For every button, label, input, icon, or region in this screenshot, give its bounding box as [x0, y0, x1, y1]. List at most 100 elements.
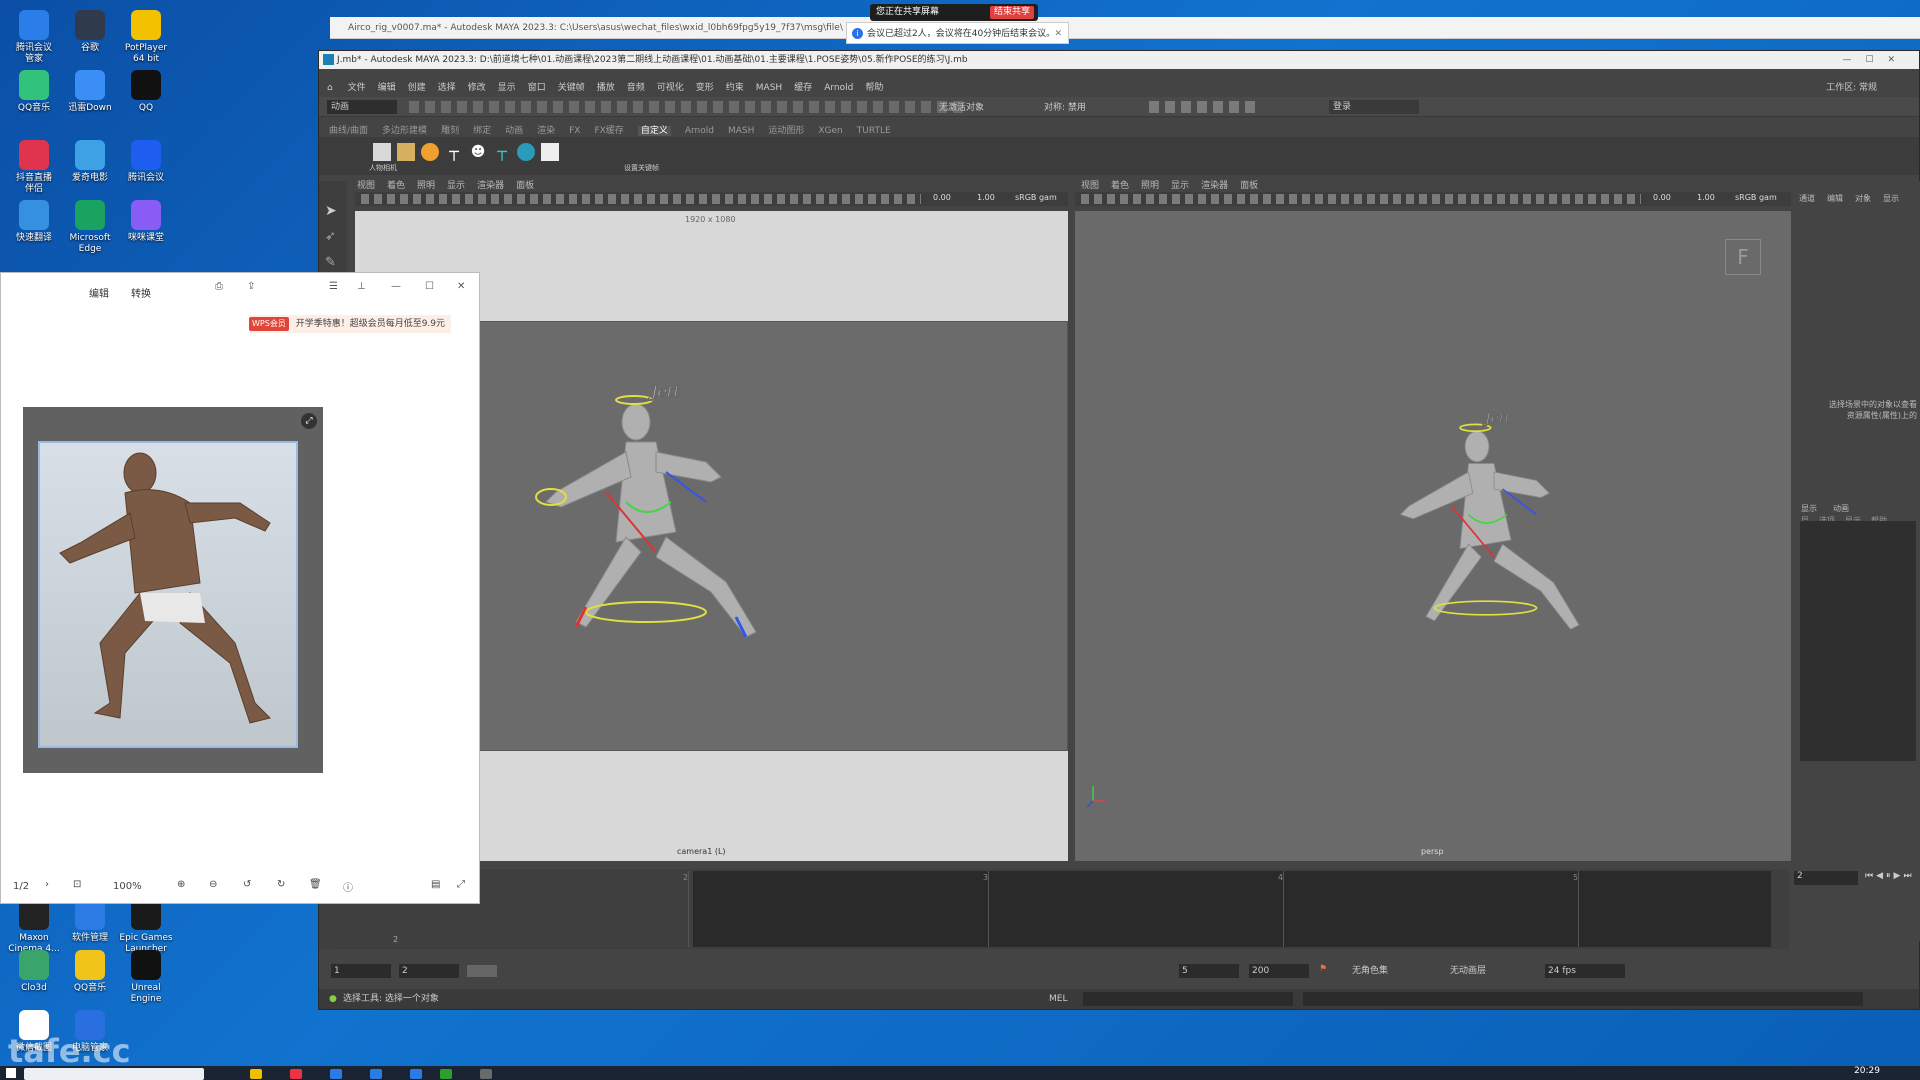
zoom-in-icon[interactable]: ⊕	[177, 879, 185, 890]
channel-box-tab[interactable]: 通道	[1799, 193, 1815, 204]
wechat-icon[interactable]	[440, 1069, 452, 1079]
print-icon[interactable]: ⎙	[215, 281, 223, 292]
layer-tab[interactable]: 显示	[1801, 503, 1817, 514]
character-set[interactable]: 无角色集	[1349, 964, 1439, 978]
desktop-icon[interactable]: 快速翻译	[2, 200, 66, 244]
desktop-icon[interactable]: 谷歌	[58, 10, 122, 54]
zoom-select[interactable]: 100%	[113, 881, 142, 892]
viewport1-gamma[interactable]: 1.00	[977, 193, 995, 202]
fullscreen-icon[interactable]: ⤢	[457, 879, 465, 890]
viewport2-toolbar-icons[interactable]	[1081, 194, 1641, 204]
home-icon[interactable]: ⌂	[327, 83, 333, 93]
viewport-menu-item[interactable]: 着色	[387, 181, 405, 191]
range-end-current[interactable]: 5	[1179, 964, 1239, 978]
layer-editor-list[interactable]	[1800, 521, 1916, 761]
character-rig-viewport2[interactable]: Jett	[1075, 211, 1791, 811]
info-icon[interactable]: ⓘ	[343, 879, 353, 894]
range-slider-bar[interactable]	[467, 965, 497, 977]
desktop-icon[interactable]: Clo3d	[2, 950, 66, 994]
joint-shelf-icon[interactable]: ┬	[445, 143, 463, 161]
desktop-icon[interactable]: QQ	[114, 70, 178, 114]
clock[interactable]: 20:29	[1854, 1066, 1880, 1076]
start-icon[interactable]	[6, 1068, 16, 1078]
rotate-left-icon[interactable]: ↺	[243, 879, 251, 890]
shelf-tab[interactable]: 自定义	[637, 126, 671, 136]
rotate-right-icon[interactable]: ↻	[277, 879, 285, 890]
viewport1-toolbar-icons[interactable]	[361, 194, 921, 204]
edge-icon[interactable]	[330, 1069, 342, 1079]
menu-item[interactable]: Arnold	[824, 83, 853, 93]
menu-item[interactable]: 音频	[627, 83, 645, 93]
shelf-tab[interactable]: 多边形建模	[382, 126, 427, 136]
app-icon[interactable]	[410, 1069, 422, 1079]
menu-item[interactable]: MASH	[756, 83, 782, 93]
viewport-menu-item[interactable]: 照明	[1141, 181, 1159, 191]
fps-select[interactable]: 24 fps	[1545, 964, 1625, 978]
desktop-icon[interactable]: Unreal Engine	[114, 950, 178, 1005]
sphere-shelf-icon[interactable]	[421, 143, 439, 161]
menu-item[interactable]: 约束	[726, 83, 744, 93]
camera-shelf-icon[interactable]	[373, 143, 391, 161]
mode-select[interactable]: 动画	[327, 100, 397, 114]
globe-shelf-icon[interactable]	[517, 143, 535, 161]
pin-shelf-icon[interactable]: ┬	[493, 143, 511, 161]
shelf-tab[interactable]: 雕刻	[441, 126, 459, 136]
zoom-out-icon[interactable]: ⊖	[209, 879, 217, 890]
viewport-menu-item[interactable]: 渲染器	[1201, 181, 1228, 191]
status-line-tools[interactable]	[409, 101, 969, 113]
viewport-menu-item[interactable]: 显示	[1171, 181, 1189, 191]
time-slider-track[interactable]: 2 3 4 5 2	[333, 871, 1771, 947]
menu-item[interactable]: 变形	[696, 83, 714, 93]
shelf-tab[interactable]: MASH	[728, 126, 754, 136]
menu-item[interactable]: 文件	[348, 83, 366, 93]
menu-item[interactable]: 修改	[468, 83, 486, 93]
shelf-tab[interactable]: 绑定	[473, 126, 491, 136]
mel-label[interactable]: MEL	[1049, 989, 1067, 1009]
delete-icon[interactable]: 🗑	[309, 879, 322, 890]
desktop-icon[interactable]: 软件管理	[58, 900, 122, 944]
folder-shelf-icon[interactable]	[397, 143, 415, 161]
minimize-icon[interactable]: —	[391, 281, 401, 292]
desktop-icon[interactable]: Epic Games Launcher	[114, 900, 178, 955]
viewport-menu-item[interactable]: 面板	[516, 181, 534, 191]
close-icon[interactable]: ✕	[457, 281, 465, 292]
shelf-tab[interactable]: 运动图形	[768, 126, 804, 136]
desktop-icon[interactable]: 腾讯会议 管家	[2, 10, 66, 65]
close-icon[interactable]: ✕	[1054, 23, 1062, 45]
desktop-icon[interactable]: QQ音乐	[58, 950, 122, 994]
shelf-tab[interactable]: TURTLE	[857, 126, 891, 136]
window-controls[interactable]: —☐✕	[1842, 51, 1909, 69]
desktop-icon[interactable]: 爱奇电影	[58, 140, 122, 184]
fit-window-icon[interactable]: ⊡	[73, 879, 81, 890]
menu-item[interactable]: 编辑	[378, 83, 396, 93]
viewport1-colorspace[interactable]: sRGB gam	[1015, 193, 1057, 202]
viewport-menu-item[interactable]: 照明	[417, 181, 435, 191]
maya-taskbar-icon[interactable]	[480, 1069, 492, 1079]
desktop-icon[interactable]: Maxon Cinema 4...	[2, 900, 66, 955]
live-surface[interactable]: 无激活对象	[939, 100, 984, 113]
shelf-tab[interactable]: FX缓存	[594, 126, 623, 136]
symmetry[interactable]: 对称: 禁用	[1044, 100, 1086, 113]
gallery-icon[interactable]: ▤	[431, 879, 440, 890]
shelf-tab[interactable]: 曲线/曲面	[329, 126, 368, 136]
desktop-icon[interactable]: 抖音直播 伴侣	[2, 140, 66, 195]
menu-item[interactable]: 帮助	[865, 83, 883, 93]
desktop-icon[interactable]: PotPlayer 64 bit	[114, 10, 178, 65]
promo-banner[interactable]: WPS会员 开学季特惠！超级会员每月低至9.9元	[249, 315, 451, 333]
chrome-icon[interactable]	[290, 1069, 302, 1079]
viewport1-exposure[interactable]: 0.00	[933, 193, 951, 202]
viewport2-exposure[interactable]: 0.00	[1653, 193, 1671, 202]
viewport-menu-item[interactable]: 显示	[447, 181, 465, 191]
current-frame-field[interactable]: 2	[1794, 871, 1858, 885]
share-icon[interactable]: ⇪	[247, 281, 255, 292]
viewer-toolbar-button[interactable]: 转换	[131, 285, 151, 300]
viewport-menu-item[interactable]: 视图	[1081, 181, 1099, 191]
lasso-tool-icon[interactable]: ➶	[325, 229, 341, 245]
menu-item[interactable]: 播放	[597, 83, 615, 93]
range-end[interactable]: 200	[1249, 964, 1309, 978]
shelf-tab[interactable]: 渲染	[537, 126, 555, 136]
viewport2-colorspace[interactable]: sRGB gam	[1735, 193, 1777, 202]
desktop-icon[interactable]: Microsoft Edge	[58, 200, 122, 255]
pin-icon[interactable]: ⊥	[357, 281, 366, 292]
channel-box-tab[interactable]: 显示	[1883, 193, 1899, 204]
